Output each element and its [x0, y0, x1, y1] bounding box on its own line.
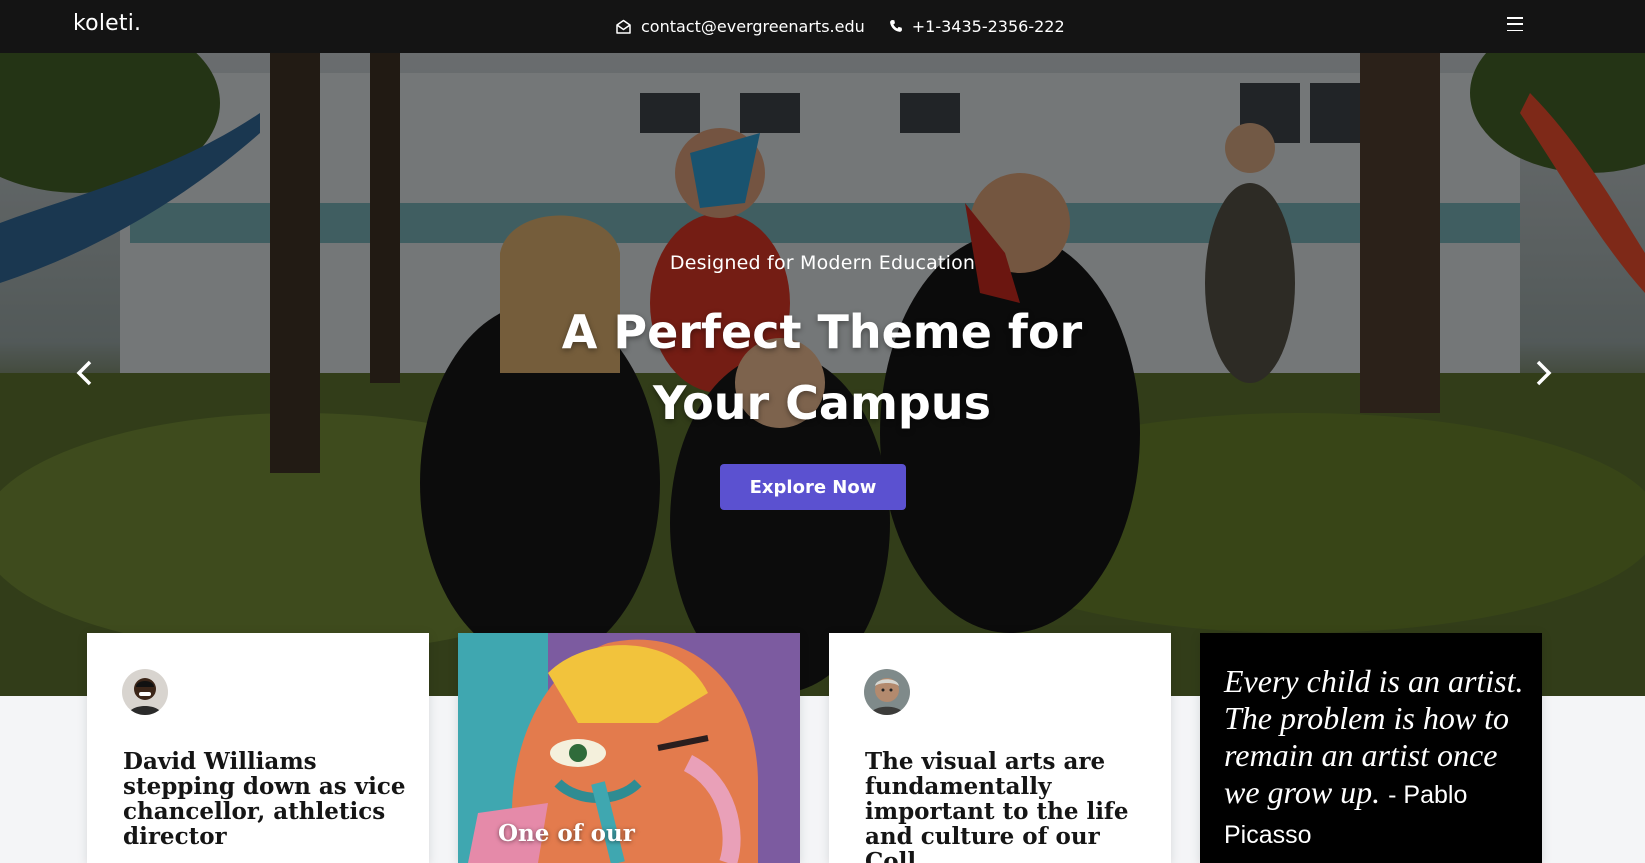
hero-subtitle: Designed for Modern Education: [669, 252, 976, 274]
avatar: [864, 669, 910, 715]
contact-email[interactable]: contact@evergreenarts.edu: [641, 17, 865, 36]
avatar: [122, 669, 168, 715]
quote-body: Every child is an artist. The problem is…: [1224, 663, 1524, 810]
news-card[interactable]: The visual arts are fundamentally import…: [829, 633, 1171, 863]
image-card[interactable]: One of our: [458, 633, 800, 863]
phone-icon: [889, 19, 903, 33]
top-navbar: koleti. contact@evergreenarts.edu +1-343…: [0, 0, 1645, 53]
quote-text: Every child is an artist. The problem is…: [1224, 663, 1529, 854]
chevron-left-icon[interactable]: [70, 358, 100, 388]
news-card-title[interactable]: The visual arts are fundamentally import…: [865, 749, 1155, 863]
menu-icon[interactable]: [1507, 17, 1523, 31]
image-card-caption[interactable]: One of our: [498, 820, 635, 847]
contact-info: contact@evergreenarts.edu +1-3435-2356-2…: [615, 14, 1065, 38]
hero-slider: Designed for Modern Education A Perfect …: [0, 53, 1645, 696]
news-card-title[interactable]: David Williams stepping down as vice cha…: [123, 749, 413, 849]
contact-phone[interactable]: +1-3435-2356-222: [912, 17, 1065, 36]
news-card[interactable]: David Williams stepping down as vice cha…: [87, 633, 429, 863]
explore-now-button[interactable]: Explore Now: [720, 464, 906, 510]
hero-title: A Perfect Theme for Your Campus: [561, 305, 1083, 430]
chevron-right-icon[interactable]: [1528, 358, 1558, 388]
brand-logo[interactable]: koleti.: [73, 11, 141, 36]
envelope-icon: [615, 18, 632, 35]
quote-card: Every child is an artist. The problem is…: [1200, 633, 1542, 863]
